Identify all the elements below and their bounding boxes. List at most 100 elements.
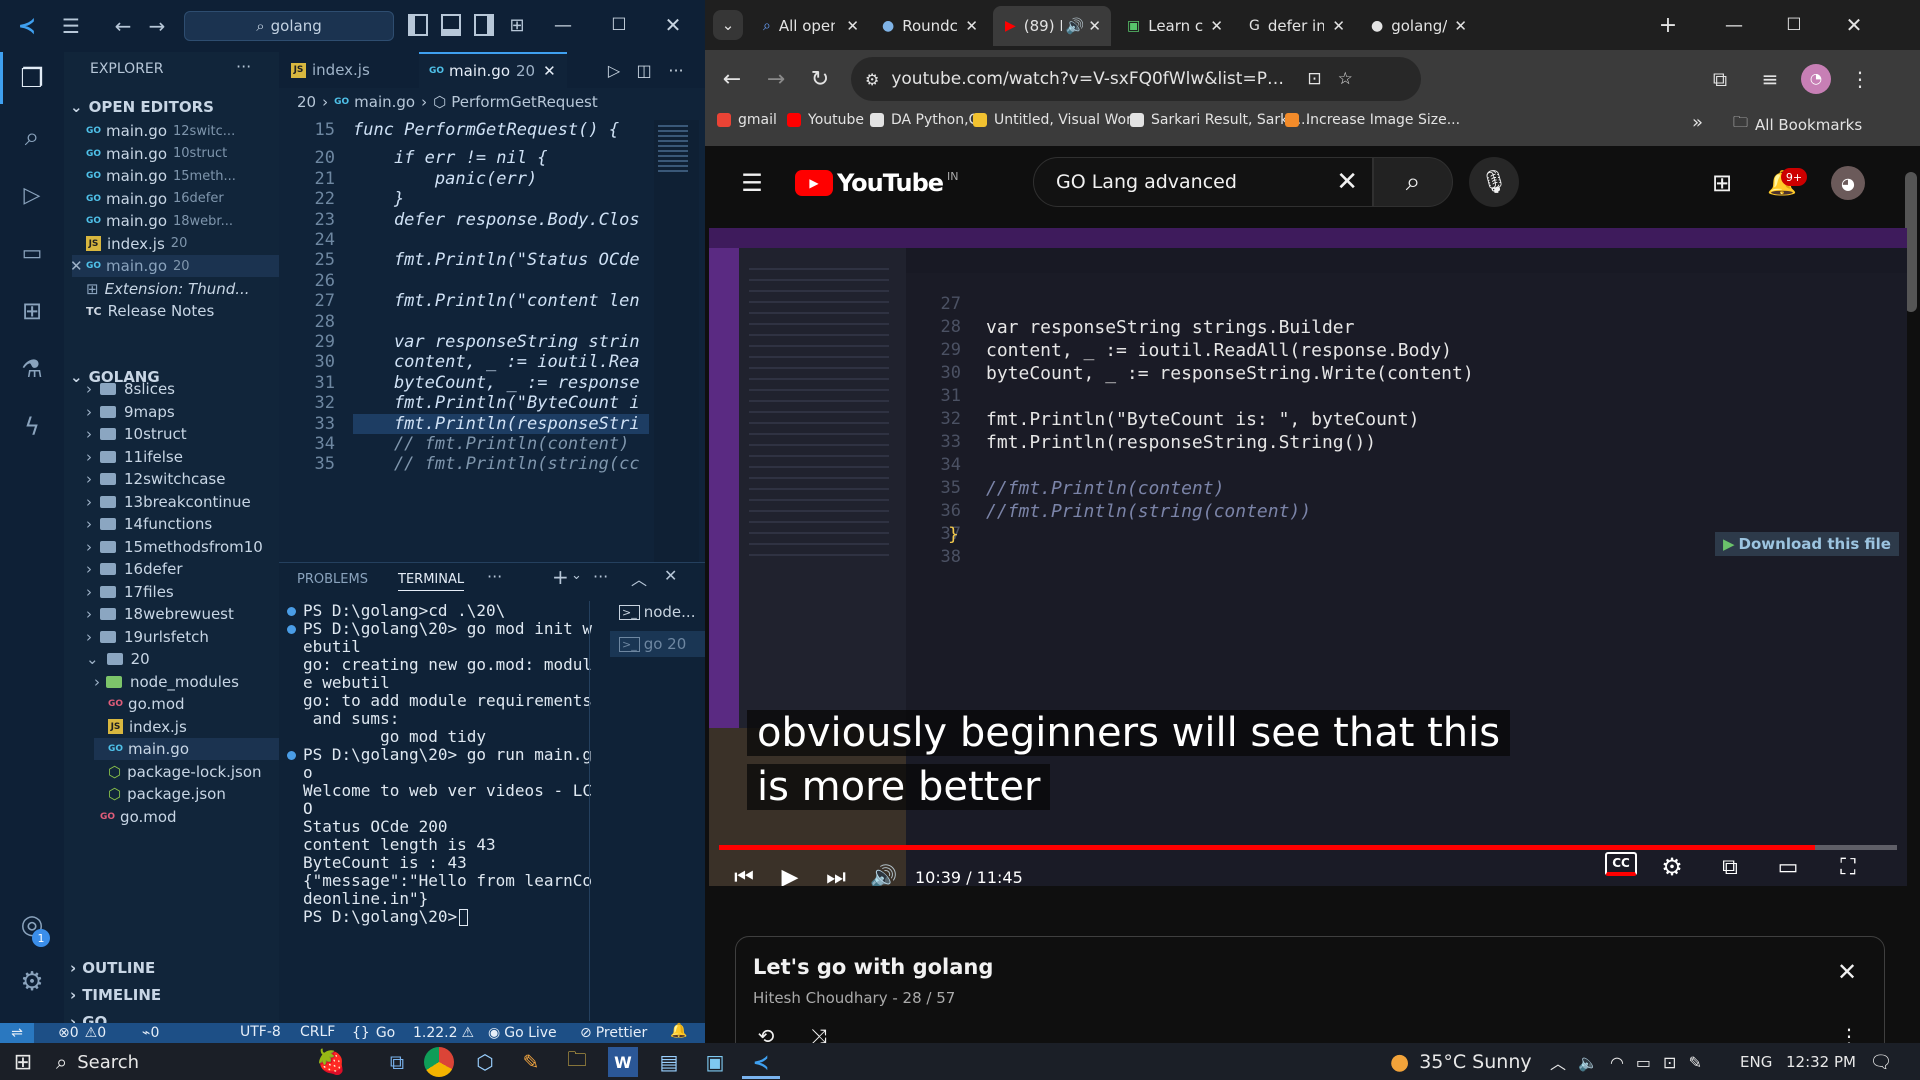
browser-tab[interactable]: ⌕ All open ✕ [751,6,869,46]
fullscreen-icon[interactable]: ⛶ [1831,850,1865,884]
close-tab-icon[interactable]: ✕ [846,17,859,35]
folder-item[interactable]: › 11ifelse [86,446,183,468]
eol-status[interactable]: CRLF [300,1024,335,1040]
loop-icon[interactable]: ⟲ [753,1023,779,1043]
playlist-meta[interactable]: Hitesh Choudhary - 28 / 57 [753,989,955,1007]
maximize-icon[interactable]: ☐ [606,12,632,38]
tab-index-js[interactable]: JS index.js [279,52,419,88]
task-view-icon[interactable]: ⧉ [382,1047,412,1077]
clear-search-icon[interactable]: ✕ [1336,167,1358,197]
open-editors-section[interactable]: ⌄ OPEN EDITORS [70,93,214,120]
close-tab-icon[interactable]: ✕ [1210,17,1223,35]
bookmark-item[interactable]: DA Python,C [870,112,978,128]
wifi-icon[interactable]: ◠ [1610,1053,1624,1072]
bookmark-item[interactable]: Increase Image Size... [1285,112,1460,128]
back-arrow-icon[interactable]: ← [112,13,134,39]
hamburger-menu-icon[interactable]: ☰ [737,168,767,198]
taskbar-search[interactable]: ⌕ Search [56,1047,306,1077]
next-icon[interactable]: ⏭ [819,860,853,887]
folder-item[interactable]: › 13breakcontinue [86,491,251,513]
shuffle-icon[interactable]: ⤨ [806,1023,832,1043]
media-control-icon[interactable]: ≡ [1755,64,1785,94]
customize-layout-icon[interactable]: ⊞ [507,14,527,36]
explorer-icon[interactable]: ❐ [16,64,48,94]
youtube-search-input[interactable]: GO Lang advanced ✕ [1033,157,1373,207]
pen-icon[interactable]: ✎ [1688,1053,1701,1072]
folder-item[interactable]: › 10struct [86,423,187,445]
install-app-icon[interactable]: ⊡ [1307,69,1321,89]
outline-section[interactable]: › OUTLINE [70,954,155,981]
extensions-icon[interactable]: ⧉ [1705,64,1735,94]
browser-tab[interactable]: ●Roundcu✕ [870,6,988,46]
all-bookmarks[interactable]: 🗀 All Bookmarks [1733,112,1862,137]
editor-more-icon[interactable]: ··· [665,58,687,82]
folder-item[interactable]: › 17files [86,581,174,603]
more-bookmarks-icon[interactable]: » [1692,112,1703,133]
folder-item[interactable]: ⌄ 20 [86,648,150,670]
panel-more-icon[interactable]: ··· [487,567,502,586]
chevron-down-icon[interactable]: ⌄ [571,568,582,583]
play-icon[interactable]: ▶ [773,860,807,887]
open-editor-item[interactable]: GO main.go 10struct [86,143,276,165]
new-terminal-icon[interactable]: + [552,565,569,589]
weather-widget[interactable]: ● 35°C Sunny [1390,1047,1532,1077]
open-editor-item[interactable]: GO main.go 15meth... [86,165,276,187]
browser-tab[interactable]: ▣Learn co✕ [1115,6,1233,46]
site-info-icon[interactable]: ⚙ [865,70,879,89]
minimize-icon[interactable]: — [550,12,576,38]
minimize-icon[interactable]: — [1721,12,1747,38]
open-editor-item[interactable]: GO main.go 12switc... [86,120,276,142]
theater-mode-icon[interactable]: ▭ [1771,850,1805,884]
browser-tab[interactable]: Gdefer in ✕ [1237,6,1355,46]
strawberry-widget-icon[interactable]: 🍓 [307,1045,355,1079]
menu-icon[interactable]: ☰ [58,13,84,39]
file-item[interactable]: GO go.mod [94,693,185,715]
close-icon[interactable]: ✕ [72,257,83,275]
browser-tab[interactable]: ● golang/l ✕ [1359,6,1477,46]
word-app-icon[interactable]: W [608,1047,638,1077]
close-panel-icon[interactable]: ✕ [664,566,677,585]
go-version-status[interactable]: 1.22.2 ⚠ [413,1023,474,1043]
ports-status[interactable]: ⌁ 0 [142,1023,159,1043]
paint-app-icon[interactable]: ✎ [516,1047,546,1077]
folder-item[interactable]: › 14functions [86,513,212,535]
code-editor[interactable]: 15 func PerformGetRequest() {20 if err !=… [279,120,649,562]
close-tab-icon[interactable]: ✕ [1454,17,1467,35]
testing-icon[interactable]: ⚗ [16,354,48,384]
playlist-title[interactable]: Let's go with golang [753,955,993,979]
bookmark-item[interactable]: gmail [717,112,777,128]
notepad-app-icon[interactable]: ▤ [654,1047,684,1077]
meet-now-icon[interactable]: ⊡ [1663,1053,1676,1072]
folder-item[interactable]: › 8slices [86,378,175,400]
tab-terminal[interactable]: TERMINAL [398,572,465,591]
browser-tab[interactable]: ▶ (89) I 🔊 ✕ [993,6,1111,46]
bookmark-star-icon[interactable]: ☆ [1338,69,1353,89]
settings-gear-icon[interactable]: ⚙ [1655,850,1689,884]
open-editor-item[interactable]: GO main.go 16defer [86,188,276,210]
tab-main-go[interactable]: GO main.go 20 ✕ [419,52,567,88]
extensions-icon[interactable]: ⊞ [16,296,48,326]
system-tray[interactable]: ︿ 🔈 ◠ ▭ ⊡ ✎ [1550,1047,1702,1077]
go-live-status[interactable]: ◉ Go Live [488,1023,557,1043]
chevron-up-icon[interactable]: ︿ [1550,1050,1566,1074]
breadcrumb-folder[interactable]: 20 [297,93,316,111]
voice-search-icon[interactable]: 🎙 [1469,157,1519,207]
volume-icon[interactable]: 🔊 [867,860,901,887]
file-explorer-icon[interactable]: 🗀 [562,1047,592,1077]
toggle-panel-icon[interactable] [441,14,461,36]
terminal-list-go[interactable]: >_ go 20 [610,631,705,657]
remote-explorer-icon[interactable]: ▭ [16,238,48,268]
miniplayer-icon[interactable]: ⧉ [1713,850,1747,884]
open-editor-item[interactable]: JS index.js 20 [86,233,276,255]
address-bar[interactable]: ⚙ youtube.com/watch?v=V-sxFQ0fWlw&list=PL… [851,57,1421,101]
file-item[interactable]: ⬡ package.json [94,783,226,805]
clock[interactable]: 12:32 PM [1786,1053,1856,1071]
bookmark-item[interactable]: Untitled, Visual Wor... [973,112,1144,128]
toggle-secondary-sidebar-icon[interactable] [474,14,494,36]
profile-avatar[interactable]: ◔ [1801,64,1831,94]
file-item[interactable]: JS index.js [94,716,187,738]
3d-app-icon[interactable]: ⬡ [470,1047,500,1077]
maximize-icon[interactable]: ☐ [1781,12,1807,38]
close-playlist-icon[interactable]: ✕ [1832,957,1862,987]
tab-search-icon[interactable]: ⌄ [713,10,743,40]
